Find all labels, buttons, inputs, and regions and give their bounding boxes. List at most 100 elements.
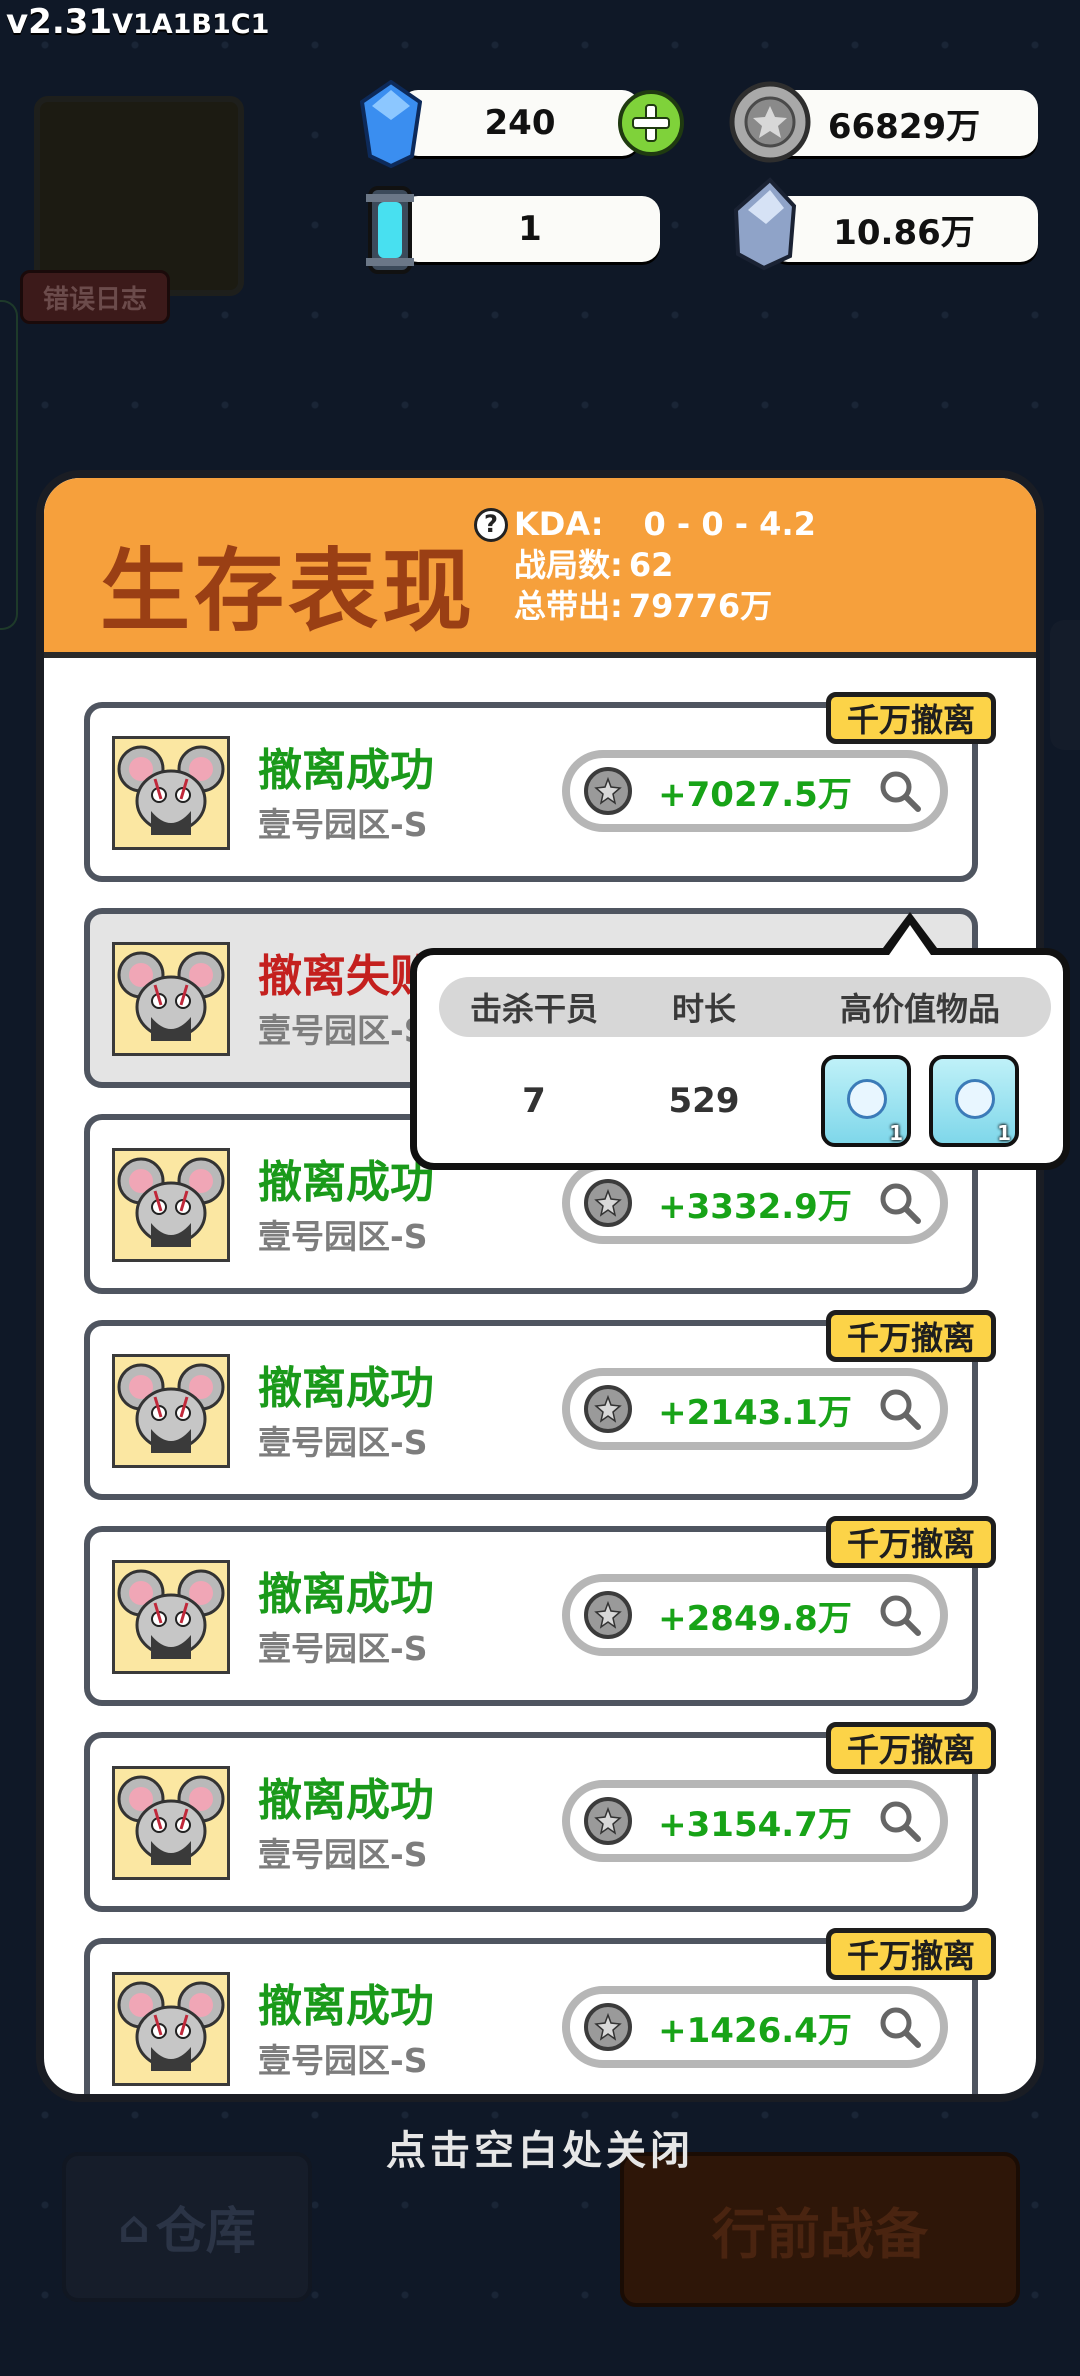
kda-label: KDA: [514, 505, 604, 543]
kda-value: 0 - 0 - 4.2 [643, 505, 816, 543]
record-value: +7027.5万 [658, 774, 852, 815]
coin-icon [584, 767, 632, 815]
matches-label: 战局数: [514, 546, 623, 584]
ten-million-extract-tag: 千万撤离 [825, 692, 996, 744]
record-value-pill[interactable]: +2143.1万 [562, 1368, 948, 1450]
warehouse-icon: ⌂ [118, 2201, 150, 2253]
record-value: +2849.8万 [658, 1598, 852, 1639]
add-diamond-button[interactable] [618, 90, 684, 156]
background-side-tab [1050, 620, 1080, 750]
mouse-portrait-icon [117, 745, 225, 835]
valuable-item-slot[interactable]: 1 [929, 1055, 1019, 1147]
help-icon[interactable]: ? [474, 507, 508, 542]
record-detail-popup: 击杀干员 时长 高价值物品 7 529 1 1 [410, 948, 1070, 1170]
ten-million-extract-tag: 千万撤离 [825, 1928, 996, 1980]
record-zone: 壹号园区-S [258, 805, 428, 844]
record-value-pill[interactable]: +1426.4万 [562, 1986, 948, 2068]
mouse-portrait-icon [117, 1775, 225, 1865]
record-status: 撤离成功 [258, 1157, 434, 1208]
mouse-avatar [112, 1766, 230, 1880]
coin-icon [584, 1797, 632, 1845]
mouse-portrait-icon [117, 1569, 225, 1659]
mouse-avatar [112, 942, 230, 1056]
header-duration: 时长 [671, 990, 736, 1028]
plus-icon [632, 104, 670, 142]
total-value: 79776万 [628, 587, 773, 625]
coin-icon [584, 1385, 632, 1433]
magnifier-icon[interactable] [878, 1799, 922, 1843]
stats-summary: ? KDA: 0 - 0 - 4.2 战局数: 62 总带出: 79776万 [474, 504, 816, 627]
record-zone: 壹号园区-S [258, 1629, 428, 1668]
energy-cell-icon [366, 186, 414, 274]
survival-stats-dialog: 生存表现 ? KDA: 0 - 0 - 4.2 战局数: 62 总带出: 797… [36, 470, 1044, 2102]
record-value-pill[interactable]: +3154.7万 [562, 1780, 948, 1862]
record-card[interactable]: 撤离成功壹号园区-S +1426.4万 千万撤离 [84, 1928, 996, 2094]
mouse-avatar [112, 1148, 230, 1262]
crystal-icon [733, 177, 797, 271]
matches-value: 62 [628, 546, 674, 584]
magnifier-icon[interactable] [878, 2005, 922, 2049]
close-hint[interactable]: 点击空白处关闭 [0, 2118, 1080, 2176]
ten-million-extract-tag: 千万撤离 [825, 1722, 996, 1774]
record-status: 撤离成功 [258, 1775, 434, 1826]
record-zone: 壹号园区-S [258, 1423, 428, 1462]
record-card[interactable]: 撤离成功壹号园区-S +2143.1万 千万撤离 [84, 1310, 996, 1500]
mouse-avatar [112, 736, 230, 850]
record-card[interactable]: 撤离成功壹号园区-S +3154.7万 千万撤离 [84, 1722, 996, 1912]
version-label: v2.31V1A1B1C1 [6, 2, 270, 42]
kills-value: 7 [522, 1081, 546, 1121]
dialog-title: 生存表现 [100, 539, 476, 644]
record-value-pill[interactable]: +7027.5万 [562, 750, 948, 832]
mouse-portrait-icon [117, 1157, 225, 1247]
coin-icon [584, 1179, 632, 1227]
record-value: +3154.7万 [658, 1804, 852, 1845]
coin-icon [584, 1591, 632, 1639]
mouse-portrait-icon [117, 951, 225, 1041]
crystal-counter: 10.86万 [770, 196, 1038, 262]
popup-pointer-fill [889, 925, 931, 955]
total-label: 总带出: [514, 587, 623, 625]
record-value: +1426.4万 [658, 2010, 852, 2051]
magnifier-icon[interactable] [878, 1387, 922, 1431]
record-zone: 壹号园区-S [258, 2041, 428, 2080]
mouse-avatar [112, 1560, 230, 1674]
record-zone: 壹号园区-S [258, 1835, 428, 1874]
ten-million-extract-tag: 千万撤离 [825, 1516, 996, 1568]
header-valuables: 高价值物品 [839, 990, 1000, 1028]
diamond-counter: 240 [400, 90, 640, 156]
item-count: 1 [997, 1121, 1011, 1145]
record-value: +2143.1万 [658, 1392, 852, 1433]
record-zone: 壹号园区-S [258, 1217, 428, 1256]
mouse-avatar [112, 1354, 230, 1468]
record-value-pill[interactable]: +2849.8万 [562, 1574, 948, 1656]
record-card[interactable]: 撤离成功壹号园区-S +2849.8万 千万撤离 [84, 1516, 996, 1706]
record-status: 撤离成功 [258, 1363, 434, 1414]
record-status: 撤离成功 [258, 1981, 434, 2032]
record-value-pill[interactable]: +3332.9万 [562, 1162, 948, 1244]
gem-icon [955, 1079, 995, 1119]
valuable-item-slot[interactable]: 1 [821, 1055, 911, 1147]
background-portrait [34, 96, 244, 296]
magnifier-icon[interactable] [878, 1593, 922, 1637]
ten-million-extract-tag: 千万撤离 [825, 1310, 996, 1362]
gem-icon [847, 1079, 887, 1119]
record-status: 撤离失败 [258, 951, 434, 1002]
energy-counter: 1 [400, 196, 660, 262]
record-status: 撤离成功 [258, 745, 434, 796]
item-count: 1 [889, 1121, 903, 1145]
popup-header: 击杀干员 时长 高价值物品 [439, 977, 1051, 1037]
mouse-portrait-icon [117, 1363, 225, 1453]
magnifier-icon[interactable] [878, 769, 922, 813]
dialog-header: 生存表现 ? KDA: 0 - 0 - 4.2 战局数: 62 总带出: 797… [44, 478, 1036, 658]
duration-value: 529 [668, 1081, 740, 1121]
record-value: +3332.9万 [658, 1186, 852, 1227]
background-side-panel [0, 300, 18, 630]
error-log-button: 错误日志 [20, 270, 170, 324]
record-card[interactable]: 撤离成功壹号园区-S +7027.5万 千万撤离 [84, 692, 996, 882]
record-list[interactable]: 撤离成功 壹号园区-S +7027.5万 千万撤离 撤离失败 壹号园区-S 撤离成功 壹号园区… [44, 664, 1036, 2094]
record-zone: 壹号园区-S [258, 1011, 428, 1050]
magnifier-icon[interactable] [878, 1181, 922, 1225]
coin-icon [584, 2003, 632, 2051]
record-status: 撤离成功 [258, 1569, 434, 1620]
header-kills: 击杀干员 [469, 990, 598, 1028]
